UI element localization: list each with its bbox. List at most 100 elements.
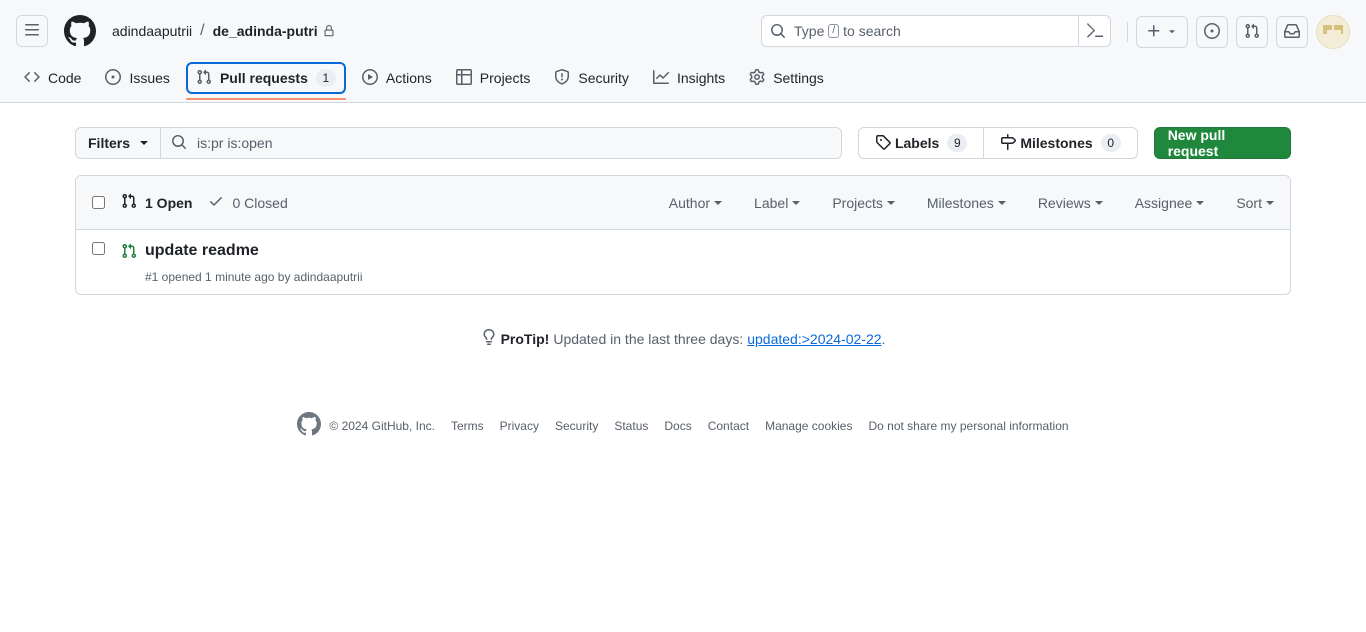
tab-code[interactable]: Code	[16, 62, 89, 94]
tab-security-label: Security	[578, 70, 629, 86]
protip: ProTip! Updated in the last three days: …	[75, 329, 1291, 348]
closed-filter-link[interactable]: 0 Closed	[208, 193, 288, 212]
pull-request-body: update readme #1 opened 1 minute ago by …	[145, 242, 363, 294]
tab-pull-requests-label: Pull requests	[219, 70, 308, 86]
filters-group: Filters	[75, 127, 842, 159]
menu-button[interactable]	[16, 15, 48, 47]
footer-link-contact[interactable]: Contact	[708, 419, 749, 433]
caret-down-icon	[997, 201, 1006, 205]
sort-dropdown-label: Sort	[1236, 195, 1262, 211]
protip-query-link[interactable]: updated:>2024-02-22	[747, 331, 881, 347]
projects-dropdown[interactable]: Projects	[832, 195, 895, 211]
avatar[interactable]	[1316, 15, 1350, 49]
caret-down-icon	[714, 201, 723, 205]
projects-dropdown-label: Projects	[832, 195, 883, 211]
footer-link-security[interactable]: Security	[555, 419, 598, 433]
tab-settings[interactable]: Settings	[741, 62, 832, 94]
milestones-dropdown-label: Milestones	[926, 195, 994, 211]
tab-issues-label: Issues	[129, 70, 170, 86]
tab-settings-label: Settings	[773, 70, 824, 86]
footer-copyright: © 2024 GitHub, Inc.	[329, 418, 435, 433]
labels-count: 9	[947, 134, 968, 152]
new-pull-request-button[interactable]: New pull request	[1153, 127, 1291, 159]
tab-insights[interactable]: Insights	[645, 62, 733, 94]
select-all-checkbox[interactable]	[92, 196, 105, 209]
assignee-dropdown[interactable]: Assignee	[1135, 195, 1205, 211]
pull-requests-count: 1	[315, 69, 336, 87]
inbox-icon	[1284, 23, 1300, 42]
open-filter-link[interactable]: 1 Open	[121, 193, 192, 212]
git-pull-request-open-icon	[121, 243, 137, 259]
pull-request-meta: #1 opened 1 minute ago by adindaaputrii	[145, 270, 363, 284]
git-pull-request-icon	[121, 193, 145, 212]
author-dropdown[interactable]: Author	[668, 195, 723, 211]
tab-actions[interactable]: Actions	[354, 62, 440, 94]
caret-down-icon	[792, 201, 801, 205]
footer-link-privacy[interactable]: Privacy	[500, 419, 539, 433]
github-footer-logo-icon[interactable]	[297, 412, 329, 439]
filters-dropdown-button[interactable]: Filters	[75, 127, 162, 159]
repo-owner-link[interactable]: adindaaputrii	[112, 23, 192, 39]
inbox-button[interactable]	[1276, 16, 1308, 48]
triangle-down-icon	[1166, 24, 1178, 40]
plus-icon	[1146, 23, 1162, 42]
tab-projects[interactable]: Projects	[448, 62, 539, 94]
tab-security[interactable]: Security	[546, 62, 637, 94]
footer-link-status[interactable]: Status	[614, 419, 648, 433]
tab-issues[interactable]: Issues	[97, 62, 177, 94]
caret-down-icon	[1266, 201, 1274, 205]
tab-actions-label: Actions	[385, 70, 432, 86]
label-dropdown[interactable]: Label	[754, 195, 801, 211]
author-dropdown-label: Author	[668, 195, 711, 211]
terminal-icon	[1086, 22, 1104, 41]
hamburger-icon	[24, 22, 40, 41]
global-search-input[interactable]: Type / to search	[761, 15, 1111, 47]
tag-icon	[875, 134, 891, 153]
milestones-dropdown[interactable]: Milestones	[927, 195, 1006, 211]
tab-pull-requests[interactable]: Pull requests 1	[185, 62, 346, 100]
open-count-label: 1 Open	[145, 194, 193, 211]
issue-opened-icon	[1204, 22, 1220, 42]
pull-request-checkbox[interactable]	[92, 242, 105, 255]
footer-link-manage-cookies[interactable]: Manage cookies	[765, 419, 852, 433]
code-icon	[24, 69, 48, 88]
global-bar: adindaaputrii / de_adinda-putri Type / t…	[16, 14, 1350, 49]
pull-requests-shortcut-button[interactable]	[1236, 16, 1268, 48]
sort-dropdown[interactable]: Sort	[1236, 195, 1274, 211]
list-item: update readme #1 opened 1 minute ago by …	[76, 230, 1290, 294]
caret-down-icon	[1196, 201, 1205, 205]
search-icon	[770, 23, 786, 39]
play-icon	[361, 68, 386, 88]
labels-milestones-group: Labels 9 Milestones 0	[857, 127, 1138, 159]
milestones-count: 0	[1100, 134, 1121, 152]
table-icon	[455, 68, 480, 88]
repo-nav: Code Issues Pull requests 1 Actions Proj…	[16, 62, 840, 100]
create-new-button[interactable]	[1136, 16, 1188, 48]
command-palette-button[interactable]	[1078, 16, 1110, 46]
repo-name-link[interactable]: de_adinda-putri	[213, 23, 318, 39]
milestones-label: Milestones	[1020, 135, 1093, 151]
reviews-dropdown[interactable]: Reviews	[1038, 195, 1103, 211]
tab-code-label: Code	[48, 70, 82, 86]
filter-input[interactable]	[197, 135, 798, 151]
label-dropdown-label: Label	[754, 195, 789, 211]
pull-request-title-link[interactable]: update readme	[145, 242, 363, 260]
repo-header: adindaaputrii / de_adinda-putri Type / t…	[0, 0, 1366, 103]
list-header: 1 Open 0 Closed Author Label Projects Mi…	[76, 176, 1290, 230]
shield-icon	[554, 68, 578, 88]
header-actions	[1119, 15, 1350, 49]
footer-link-terms[interactable]: Terms	[451, 419, 484, 433]
issues-shortcut-button[interactable]	[1196, 16, 1228, 48]
footer-link-docs[interactable]: Docs	[664, 419, 691, 433]
lock-icon	[323, 25, 335, 37]
search-shortcut-key: /	[828, 24, 840, 38]
list-sorters: Author Label Projects Milestones Reviews…	[637, 176, 1274, 230]
protip-text: Updated in the last three days:	[553, 330, 744, 347]
github-logo-icon[interactable]	[64, 15, 96, 47]
milestones-button[interactable]: Milestones 0	[984, 127, 1138, 159]
labels-button[interactable]: Labels 9	[857, 127, 985, 159]
footer-link-do-not-share[interactable]: Do not share my personal information	[868, 419, 1068, 433]
caret-down-icon	[886, 201, 895, 205]
pull-request-list: 1 Open 0 Closed Author Label Projects Mi…	[75, 175, 1291, 295]
assignee-dropdown-label: Assignee	[1134, 195, 1193, 211]
